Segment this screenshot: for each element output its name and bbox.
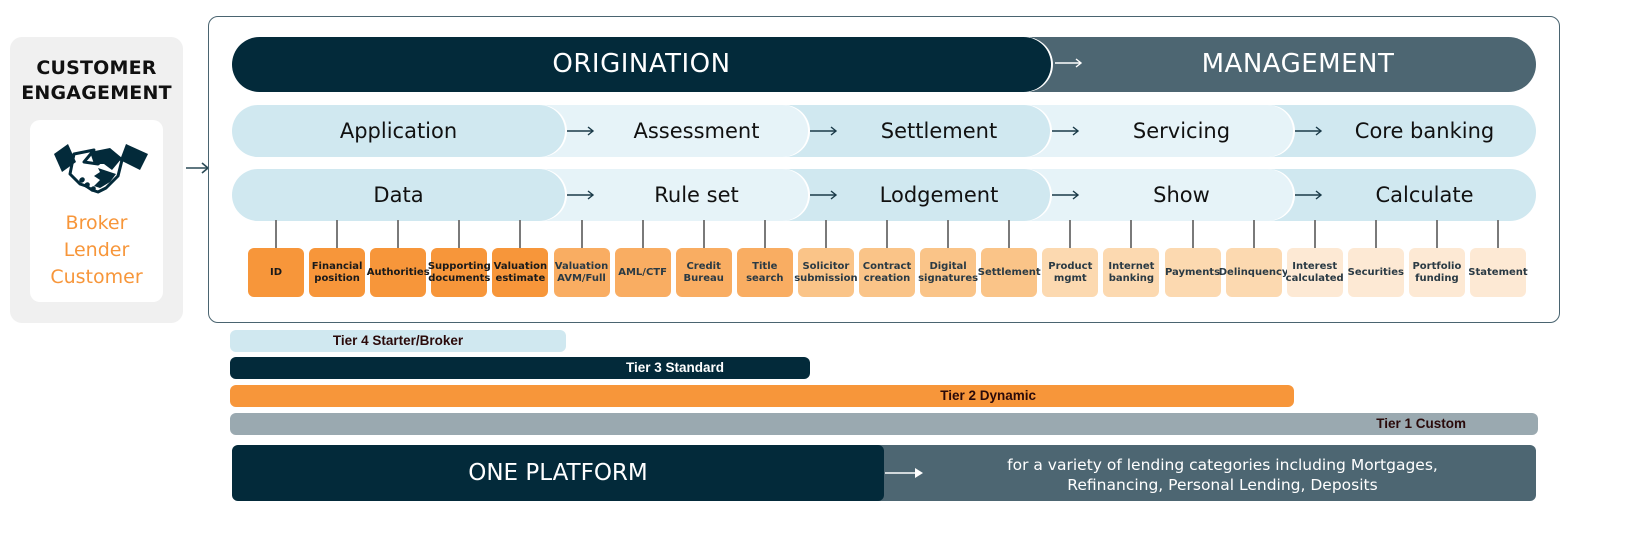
arrow-right-icon <box>567 190 595 200</box>
connector-line <box>1497 220 1499 248</box>
title-line-2: ENGAGEMENT <box>21 82 172 104</box>
function-box: Valuation estimate <box>492 248 549 297</box>
connector-line <box>397 220 400 248</box>
stage-label: Core banking <box>1354 119 1495 143</box>
connector-line <box>1374 220 1377 248</box>
arrow-right-icon <box>1055 58 1083 68</box>
management-label: MANAGEMENT <box>1201 49 1395 79</box>
stage-label: Show <box>1153 183 1210 207</box>
arrow-right-icon <box>1295 190 1323 200</box>
origination-label: ORIGINATION <box>552 49 731 79</box>
connector-line <box>519 220 522 248</box>
arrow-right-icon <box>885 468 923 478</box>
function-box: Solicitor submission <box>794 248 858 297</box>
function-box: Product mgmt <box>1042 248 1099 297</box>
connector-line <box>824 220 827 248</box>
role-lender: Lender <box>63 239 130 261</box>
handshake-icon <box>54 144 148 194</box>
function-box: Contract creation <box>859 248 915 297</box>
function-box: Interest calculated <box>1286 248 1344 297</box>
function-box: Title search <box>736 248 793 297</box>
connector-line <box>702 220 705 248</box>
function-box: Delinquency <box>1219 248 1288 297</box>
connector-line <box>1191 220 1194 248</box>
tier-bar: Tier 1 Custom <box>230 413 1538 435</box>
stage-label: Settlement <box>880 119 998 143</box>
connector-line <box>1313 220 1316 248</box>
connector-line <box>641 220 644 248</box>
tier-bar: Tier 4 Starter/Broker <box>230 330 566 352</box>
arrow-right-icon <box>1052 126 1080 136</box>
title-line-1: CUSTOMER <box>36 57 157 79</box>
connector-line <box>336 220 339 248</box>
function-box: AML/CTF <box>614 248 671 297</box>
role-customer: Customer <box>50 266 143 288</box>
function-box: Securities <box>1348 248 1404 297</box>
platform-description-line-1: for a variety of lending categories incl… <box>1007 456 1438 474</box>
connector-line <box>1069 220 1072 248</box>
arrow-right-icon <box>810 126 838 136</box>
role-broker: Broker <box>65 212 128 234</box>
tier-bar: Tier 3 Standard <box>230 357 810 379</box>
function-box: Internet banking <box>1103 248 1160 297</box>
connector-line <box>947 220 950 248</box>
connector-line <box>580 220 583 248</box>
tier-bar: Tier 2 Dynamic <box>230 385 1294 407</box>
stage-label: Data <box>373 183 424 207</box>
one-platform-label: ONE PLATFORM <box>468 460 648 486</box>
stage-label: Assessment <box>633 119 760 143</box>
stage-label: Servicing <box>1132 119 1231 143</box>
arrow-right-icon <box>186 162 210 174</box>
stage-label: Lodgement <box>879 183 999 207</box>
connector-line <box>458 220 461 248</box>
stage-label: Application <box>339 119 458 143</box>
function-box: Financial position <box>309 248 366 297</box>
function-box: Valuation AVM/Full <box>553 248 610 297</box>
platform-description-line-2: Refinancing, Personal Lending, Deposits <box>1067 476 1378 494</box>
function-box: Authorities <box>367 248 430 297</box>
function-box: ID <box>248 248 304 297</box>
connector-line <box>763 220 766 248</box>
connector-line <box>1008 220 1011 248</box>
function-box: Payments <box>1164 248 1221 297</box>
function-box: Statement <box>1468 248 1528 297</box>
connector-line <box>886 220 888 248</box>
function-box: Portfolio funding <box>1408 248 1465 297</box>
function-box: Credit Bureau <box>675 248 732 297</box>
stage-label: Rule set <box>654 183 739 207</box>
connector-line <box>1252 220 1255 248</box>
function-box: Settlement <box>978 248 1041 297</box>
function-box: Supporting documents <box>428 248 491 297</box>
arrow-right-icon <box>1295 126 1323 136</box>
connector-line <box>275 220 277 248</box>
arrow-right-icon <box>567 126 595 136</box>
platform-description: for a variety of lending categories incl… <box>925 455 1520 495</box>
customer-engagement-title: CUSTOMER ENGAGEMENT <box>10 56 183 106</box>
arrow-right-icon <box>1052 190 1080 200</box>
stage-label: Calculate <box>1375 183 1474 207</box>
connector-line <box>1130 220 1133 248</box>
arrow-right-icon <box>810 190 838 200</box>
function-box: Digital signatures <box>918 248 978 297</box>
connector-line <box>1435 220 1438 248</box>
